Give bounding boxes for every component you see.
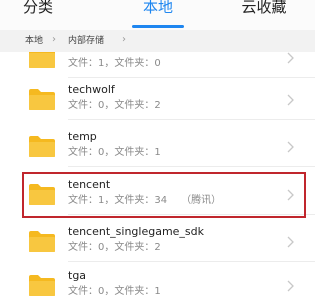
chevron-right-icon: ›	[52, 34, 56, 45]
folder-icon	[29, 275, 55, 296]
folder-name: tga	[68, 269, 87, 282]
folder-meta: 文件：0，文件夹：1	[68, 147, 161, 158]
chevron-right-icon	[287, 52, 294, 64]
folder-name: temp	[68, 130, 97, 143]
folder-icon	[29, 184, 55, 205]
folder-icon	[29, 89, 55, 110]
folder-icon	[29, 231, 55, 252]
breadcrumb-item-local[interactable]: 本地	[25, 36, 43, 46]
chevron-right-icon	[287, 236, 294, 248]
chevron-right-icon	[287, 94, 294, 106]
divider	[68, 214, 315, 215]
chevron-right-icon	[287, 189, 294, 201]
list-item[interactable]: tga 文件：0，文件夹：1	[0, 265, 315, 305]
divider	[68, 261, 315, 262]
folder-icon	[29, 52, 55, 68]
folder-name: tencent_singlegame_sdk	[68, 225, 205, 238]
chevron-right-icon	[287, 141, 294, 153]
folder-meta: 文件：0，文件夹：2	[68, 100, 161, 111]
folder-name: tencent	[68, 178, 111, 191]
folder-name: techwolf	[68, 83, 115, 96]
divider	[68, 77, 315, 78]
tab-categories[interactable]: 分类	[18, 0, 58, 30]
folder-list: 文件：1，文件夹：0 techwolf 文件：0，文件夹：2 temp 文件：0…	[0, 52, 315, 305]
chevron-right-icon	[287, 280, 294, 292]
chevron-right-icon: ›	[122, 34, 126, 45]
breadcrumb: 本地 › 内部存储 ›	[0, 30, 315, 52]
folder-note: （腾讯）	[181, 195, 222, 206]
list-item[interactable]: techwolf 文件：0，文件夹：2	[0, 79, 315, 120]
folder-meta: 文件：1，文件夹：34 （腾讯）	[68, 195, 222, 206]
list-item[interactable]: temp 文件：0，文件夹：1	[0, 126, 315, 167]
folder-meta: 文件：1，文件夹：0	[68, 58, 161, 69]
folder-meta: 文件：0，文件夹：2	[68, 242, 161, 253]
list-item[interactable]: 文件：1，文件夹：0	[0, 52, 315, 78]
folder-icon	[29, 136, 55, 157]
tab-bar: 分类 本地 云收藏	[0, 0, 315, 30]
folder-meta: 文件：0，文件夹：1	[68, 286, 161, 297]
breadcrumb-item-internal-storage[interactable]: 内部存储	[68, 36, 104, 46]
divider	[68, 166, 315, 167]
divider	[68, 119, 315, 120]
tab-cloud-favorites[interactable]: 云收藏	[234, 0, 294, 30]
list-item[interactable]: tencent_singlegame_sdk 文件：0，文件夹：2	[0, 221, 315, 262]
list-item-highlighted[interactable]: tencent 文件：1，文件夹：34 （腾讯）	[0, 174, 315, 215]
active-tab-indicator	[132, 25, 184, 28]
